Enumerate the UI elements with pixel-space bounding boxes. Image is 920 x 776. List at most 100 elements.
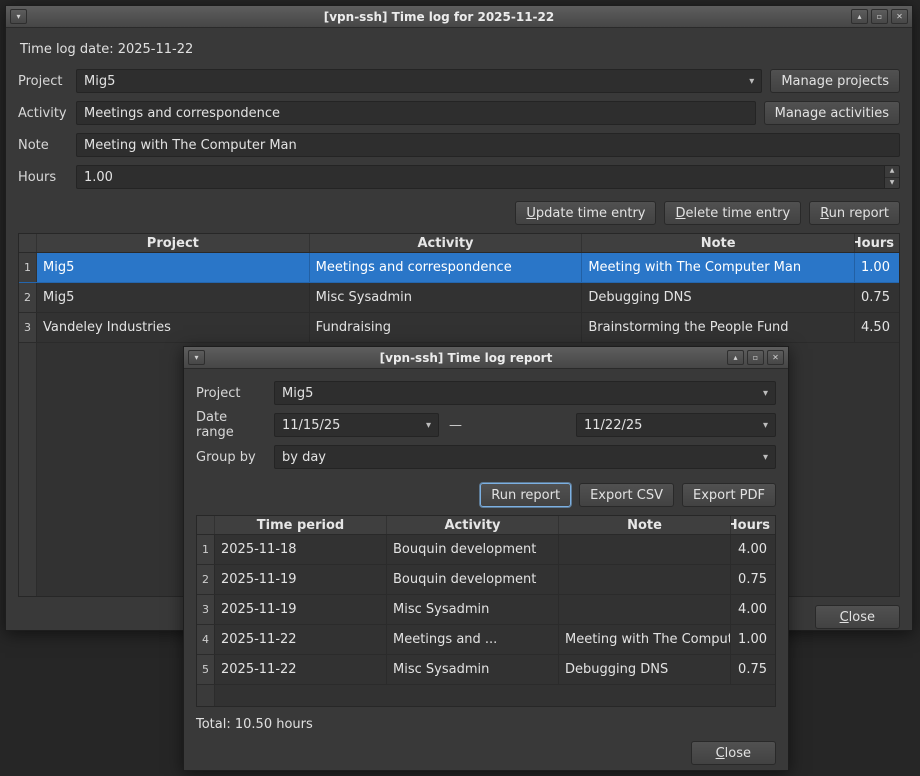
date-range-separator: — bbox=[447, 418, 464, 433]
row-number-column-strip bbox=[19, 343, 37, 596]
close-window-button[interactable]: ✕ bbox=[767, 350, 784, 365]
date-from-value: 11/15/25 bbox=[282, 418, 420, 433]
cell-note bbox=[559, 565, 731, 594]
cell-activity: Misc Sysadmin bbox=[310, 283, 583, 312]
date-to-combobox[interactable]: 11/22/25 ▾ bbox=[576, 413, 776, 437]
note-entry bbox=[76, 133, 900, 157]
row-number: 3 bbox=[197, 595, 215, 624]
time-period-column-header[interactable]: Time period bbox=[215, 516, 387, 534]
report-run-report-button[interactable]: Run report bbox=[480, 483, 571, 507]
table-row[interactable]: 1 Mig5 Meetings and correspondence Meeti… bbox=[19, 253, 899, 283]
main-close-label: Close bbox=[840, 610, 875, 625]
cell-note: Debugging DNS bbox=[559, 655, 731, 684]
report-titlebar[interactable]: ▾ [vpn-ssh] Time log report ▴ ▫ ✕ bbox=[184, 347, 788, 369]
activity-column-header[interactable]: Activity bbox=[310, 234, 583, 252]
date-range-label: Date range bbox=[196, 410, 266, 440]
chevron-down-icon: ▾ bbox=[426, 420, 431, 431]
group-by-value: by day bbox=[282, 450, 757, 465]
group-by-label: Group by bbox=[196, 450, 266, 465]
spin-up-icon[interactable]: ▲ bbox=[885, 166, 899, 178]
cell-hours: 0.75 bbox=[855, 283, 899, 312]
activity-entry bbox=[76, 101, 756, 125]
table-row[interactable]: 3 Vandeley Industries Fundraising Brains… bbox=[19, 313, 899, 343]
row-number: 1 bbox=[197, 535, 215, 564]
export-csv-label: Export CSV bbox=[590, 488, 663, 503]
shade-icon: ▴ bbox=[857, 13, 861, 21]
maximize-button[interactable]: ▫ bbox=[747, 350, 764, 365]
report-row[interactable]: 2 2025-11-19 Bouquin development 0.75 bbox=[197, 565, 775, 595]
close-icon: ✕ bbox=[772, 354, 779, 362]
note-column-header[interactable]: Note bbox=[559, 516, 731, 534]
cell-hours: 0.75 bbox=[731, 565, 775, 594]
chevron-down-icon: ▾ bbox=[763, 388, 768, 399]
row-number: 2 bbox=[197, 565, 215, 594]
date-from-combobox[interactable]: 11/15/25 ▾ bbox=[274, 413, 439, 437]
total-hours-label: Total: 10.50 hours bbox=[196, 717, 776, 733]
project-combobox[interactable]: Mig5 ▾ bbox=[76, 69, 762, 93]
close-window-button[interactable]: ✕ bbox=[891, 9, 908, 24]
table-row[interactable]: 2 Mig5 Misc Sysadmin Debugging DNS 0.75 bbox=[19, 283, 899, 313]
report-row[interactable]: 1 2025-11-18 Bouquin development 4.00 bbox=[197, 535, 775, 565]
cell-activity: Bouquin development bbox=[387, 535, 559, 564]
manage-activities-button[interactable]: Manage activities bbox=[764, 101, 900, 125]
window-menu-icon: ▾ bbox=[16, 13, 20, 21]
run-report-button[interactable]: Run report bbox=[809, 201, 900, 225]
report-row[interactable]: 5 2025-11-22 Misc Sysadmin Debugging DNS… bbox=[197, 655, 775, 685]
report-table: Time period Activity Note Hours 1 2025-1… bbox=[196, 515, 776, 707]
activity-input[interactable] bbox=[77, 106, 755, 121]
maximize-button[interactable]: ▫ bbox=[871, 9, 888, 24]
manage-projects-label: Manage projects bbox=[781, 74, 889, 89]
report-project-row: Project Mig5 ▾ bbox=[196, 381, 776, 405]
report-project-label: Project bbox=[196, 386, 266, 401]
shade-button[interactable]: ▴ bbox=[727, 350, 744, 365]
cell-hours: 4.00 bbox=[731, 595, 775, 624]
project-column-header[interactable]: Project bbox=[37, 234, 310, 252]
run-report-label: Run report bbox=[820, 206, 889, 221]
manage-projects-button[interactable]: Manage projects bbox=[770, 69, 900, 93]
row-number-column-strip bbox=[197, 685, 215, 706]
hours-row: Hours ▲ ▼ bbox=[18, 165, 900, 189]
time-entries-table-header: Project Activity Note Hours bbox=[19, 234, 899, 253]
row-number: 5 bbox=[197, 655, 215, 684]
report-window-controls: ▴ ▫ ✕ bbox=[727, 350, 784, 365]
cell-activity: Misc Sysadmin bbox=[387, 595, 559, 624]
spin-down-icon[interactable]: ▼ bbox=[885, 178, 899, 189]
report-actions: Run report Export CSV Export PDF bbox=[196, 483, 776, 507]
table-empty-area bbox=[197, 685, 775, 706]
hours-column-header[interactable]: Hours bbox=[855, 234, 899, 252]
main-window-controls: ▴ ▫ ✕ bbox=[851, 9, 908, 24]
main-titlebar[interactable]: ▾ [vpn-ssh] Time log for 2025-11-22 ▴ ▫ … bbox=[6, 6, 912, 28]
activity-column-header[interactable]: Activity bbox=[387, 516, 559, 534]
hours-column-header[interactable]: Hours bbox=[731, 516, 775, 534]
report-row[interactable]: 4 2025-11-22 Meetings and ... Meeting wi… bbox=[197, 625, 775, 655]
export-pdf-button[interactable]: Export PDF bbox=[682, 483, 776, 507]
export-csv-button[interactable]: Export CSV bbox=[579, 483, 674, 507]
cell-time-period: 2025-11-18 bbox=[215, 535, 387, 564]
export-pdf-label: Export PDF bbox=[693, 488, 765, 503]
group-by-combobox[interactable]: by day ▾ bbox=[274, 445, 776, 469]
time-log-date-label: Time log date: 2025-11-22 bbox=[20, 42, 898, 57]
entry-actions: Update time entry Delete time entry Run … bbox=[18, 201, 900, 225]
main-close-button[interactable]: Close bbox=[815, 605, 900, 629]
hours-input[interactable] bbox=[77, 170, 884, 185]
shade-button[interactable]: ▴ bbox=[851, 9, 868, 24]
report-row[interactable]: 3 2025-11-19 Misc Sysadmin 4.00 bbox=[197, 595, 775, 625]
report-project-value: Mig5 bbox=[282, 386, 757, 401]
report-project-combobox[interactable]: Mig5 ▾ bbox=[274, 381, 776, 405]
row-number-header bbox=[197, 516, 215, 534]
report-close-button[interactable]: Close bbox=[691, 741, 776, 765]
cell-hours: 4.50 bbox=[855, 313, 899, 342]
update-time-entry-button[interactable]: Update time entry bbox=[515, 201, 656, 225]
cell-hours: 1.00 bbox=[731, 625, 775, 654]
window-menu-button[interactable]: ▾ bbox=[188, 350, 205, 365]
row-number: 3 bbox=[19, 313, 37, 342]
cell-note bbox=[559, 535, 731, 564]
date-to-value: 11/22/25 bbox=[584, 418, 757, 433]
cell-project: Vandeley Industries bbox=[37, 313, 310, 342]
row-number: 1 bbox=[19, 253, 37, 282]
note-input[interactable] bbox=[77, 138, 899, 153]
note-column-header[interactable]: Note bbox=[582, 234, 855, 252]
delete-time-entry-button[interactable]: Delete time entry bbox=[664, 201, 801, 225]
cell-hours: 1.00 bbox=[855, 253, 899, 282]
window-menu-button[interactable]: ▾ bbox=[10, 9, 27, 24]
